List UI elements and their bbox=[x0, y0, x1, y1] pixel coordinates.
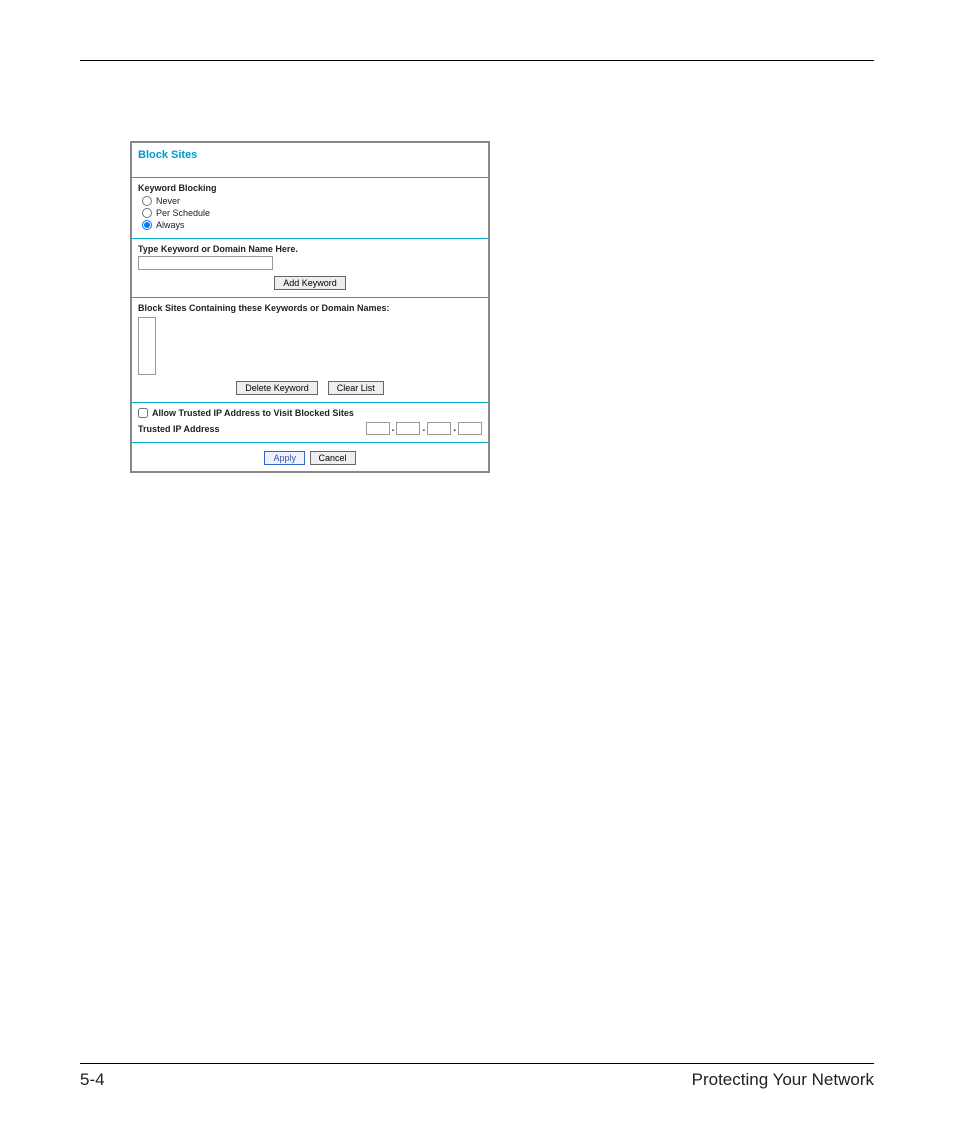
apply-button[interactable]: Apply bbox=[264, 451, 305, 465]
trusted-checkbox[interactable] bbox=[138, 408, 148, 418]
block-list-listbox[interactable] bbox=[138, 317, 156, 375]
page-number: 5-4 bbox=[80, 1070, 105, 1090]
block-sites-panel: Block Sites Keyword Blocking Never Per S… bbox=[130, 141, 490, 473]
add-keyword-button[interactable]: Add Keyword bbox=[274, 276, 346, 290]
radio-per-schedule[interactable] bbox=[142, 208, 152, 218]
keyword-input[interactable] bbox=[138, 256, 273, 270]
type-keyword-heading: Type Keyword or Domain Name Here. bbox=[138, 244, 482, 254]
trusted-ip-label: Trusted IP Address bbox=[138, 424, 220, 434]
radio-per-schedule-label: Per Schedule bbox=[156, 208, 210, 218]
ip-dot-3: . bbox=[453, 423, 456, 434]
radio-never-label: Never bbox=[156, 196, 180, 206]
radio-never-row[interactable]: Never bbox=[138, 195, 482, 207]
ip-octet-3[interactable] bbox=[427, 422, 451, 435]
page-footer: 5-4 Protecting Your Network bbox=[80, 1063, 874, 1090]
block-list-heading: Block Sites Containing these Keywords or… bbox=[138, 303, 482, 313]
radio-always[interactable] bbox=[142, 220, 152, 230]
bottom-rule bbox=[80, 1063, 874, 1064]
trusted-ip-group: . . . bbox=[366, 422, 482, 435]
radio-never[interactable] bbox=[142, 196, 152, 206]
panel-actions: Apply Cancel bbox=[132, 442, 488, 471]
chapter-title: Protecting Your Network bbox=[692, 1070, 874, 1090]
ip-octet-1[interactable] bbox=[366, 422, 390, 435]
block-list-section: Block Sites Containing these Keywords or… bbox=[132, 297, 488, 402]
radio-always-label: Always bbox=[156, 220, 185, 230]
trusted-ip-section: Allow Trusted IP Address to Visit Blocke… bbox=[132, 402, 488, 442]
radio-per-schedule-row[interactable]: Per Schedule bbox=[138, 207, 482, 219]
keyword-blocking-section: Keyword Blocking Never Per Schedule Alwa… bbox=[132, 177, 488, 238]
trusted-checkbox-label: Allow Trusted IP Address to Visit Blocke… bbox=[152, 408, 354, 418]
trusted-checkbox-row[interactable]: Allow Trusted IP Address to Visit Blocke… bbox=[138, 408, 482, 418]
clear-list-button[interactable]: Clear List bbox=[328, 381, 384, 395]
ip-dot-2: . bbox=[422, 423, 425, 434]
top-rule bbox=[80, 60, 874, 61]
panel-title: Block Sites bbox=[132, 143, 488, 163]
cancel-button[interactable]: Cancel bbox=[310, 451, 356, 465]
radio-always-row[interactable]: Always bbox=[138, 219, 482, 231]
type-keyword-section: Type Keyword or Domain Name Here. Add Ke… bbox=[132, 238, 488, 297]
keyword-blocking-heading: Keyword Blocking bbox=[138, 183, 482, 193]
ip-dot-1: . bbox=[392, 423, 395, 434]
ip-octet-4[interactable] bbox=[458, 422, 482, 435]
ip-octet-2[interactable] bbox=[396, 422, 420, 435]
delete-keyword-button[interactable]: Delete Keyword bbox=[236, 381, 318, 395]
